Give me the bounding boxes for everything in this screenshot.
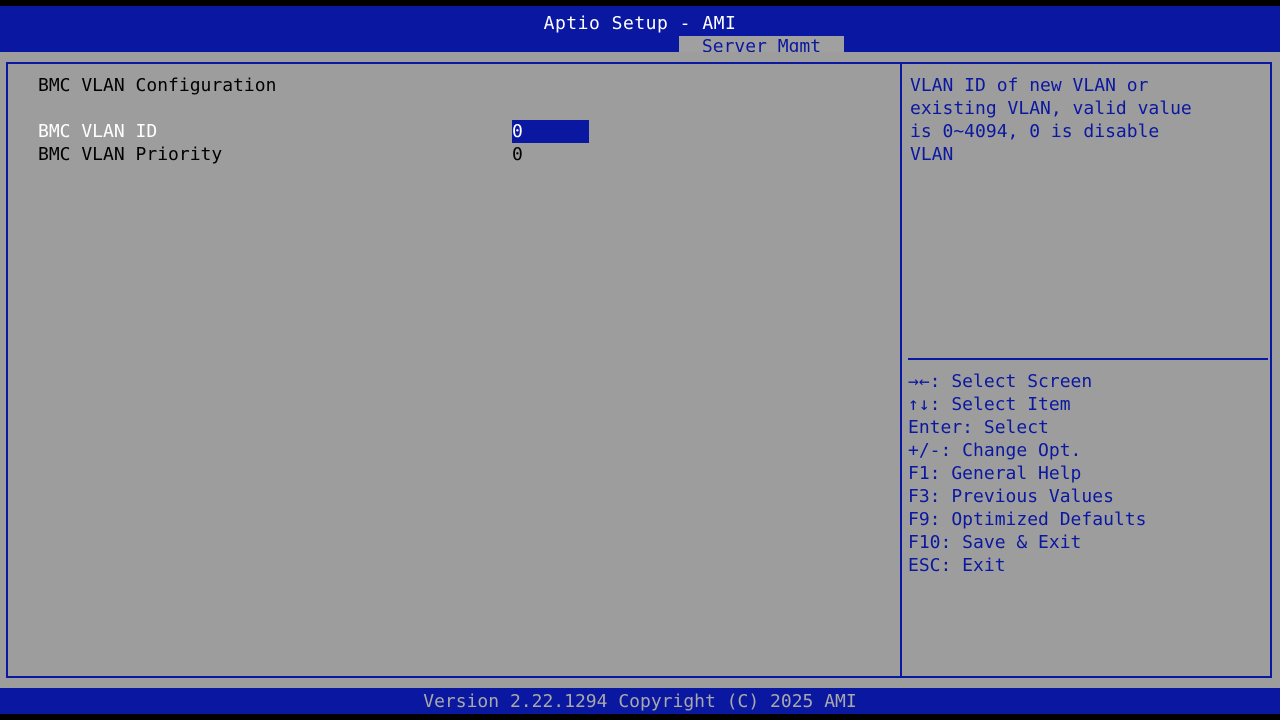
app-title: Aptio Setup - AMI [543,13,737,34]
version-text: Version 2.22.1294 Copyright (C) 2025 AMI [423,691,857,712]
bmc-vlan-priority-label[interactable]: BMC VLAN Priority [38,143,222,166]
key-enter: Enter: Select [908,417,1049,438]
key-f10: F10: Save & Exit [908,532,1082,553]
bmc-vlan-id-value[interactable]: 0 [512,120,523,143]
section-title: BMC VLAN Configuration [38,75,277,96]
help-text: VLAN ID of new VLAN or existing VLAN, va… [910,75,1192,165]
selected-value-highlight [512,120,589,143]
key-legend: →←: Select Screen ↑↓: Select Item Enter:… [908,370,1268,577]
footer-bar: Version 2.22.1294 Copyright (C) 2025 AMI [0,688,1280,714]
key-f1: F1: General Help [908,463,1082,484]
key-change-opt: +/-: Change Opt. [908,440,1082,461]
key-select-screen: →←: Select Screen [908,371,1093,392]
key-select-item: ↑↓: Select Item [908,394,1071,415]
bmc-vlan-priority-value[interactable]: 0 [512,143,523,166]
title-bar: Aptio Setup - AMI Server Mgmt [0,6,1280,58]
key-esc: ESC: Exit [908,555,1006,576]
key-f3: F3: Previous Values [908,486,1114,507]
key-f9: F9: Optimized Defaults [908,509,1147,530]
bios-screen: Aptio Setup - AMI Server Mgmt BMC VLAN C… [0,0,1280,720]
bmc-vlan-id-label[interactable]: BMC VLAN ID [38,120,157,143]
main-content: BMC VLAN Configuration BMC VLAN ID 0 BMC… [0,52,1280,688]
panel-divider [900,62,902,678]
help-divider [908,358,1268,360]
